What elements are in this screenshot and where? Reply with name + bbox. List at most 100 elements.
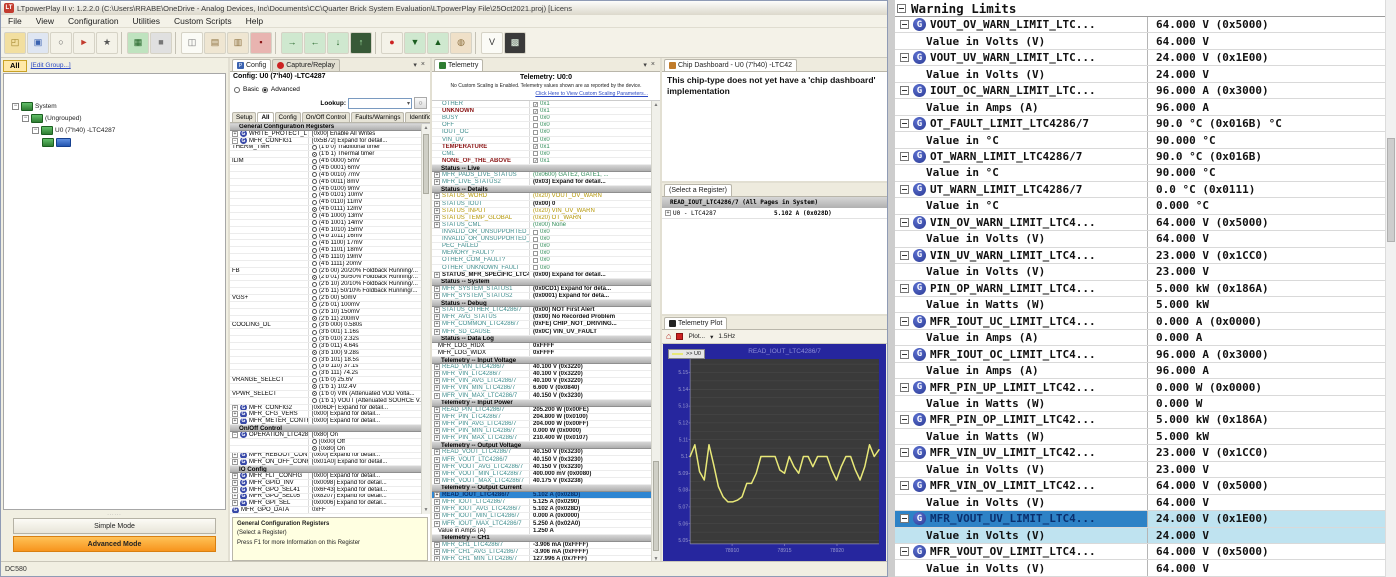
config-row[interactable]: (3'b 010) 2.32s: [230, 336, 430, 343]
config-row[interactable]: THERM_TMR (1'b 0) Traditional timer: [230, 144, 430, 152]
find-icon[interactable]: ○: [50, 31, 72, 54]
telemetry-row[interactable]: + MFR_PADS_LIVE_STATUS (0x0600) GATE2, GAT…: [432, 172, 660, 180]
telemetry-row[interactable]: + MFR_VOUT_LTC4286/7 40.150 V (0x3230): [432, 456, 660, 464]
tree-item-ungrouped[interactable]: − (Ungrouped): [12, 112, 225, 124]
custom-scaling-link[interactable]: Click Here to View Custom Scaling Parame…: [432, 91, 660, 100]
warning-limit-row[interactable]: G VOUT_UV_WARN_LIMIT_LTC... 24.000 V (0x1E…: [895, 49, 1385, 67]
warning-limit-row[interactable]: G VIN_UV_WARN_LIMIT_LTC4... 23.000 V (0x1C…: [895, 247, 1385, 265]
warning-unit-row[interactable]: Value in Amps (A) 96.000 A: [895, 99, 1385, 116]
expander-icon[interactable]: +: [434, 385, 440, 392]
config-row[interactable]: [0x80] On: [230, 445, 430, 453]
expander-icon[interactable]: +: [434, 413, 440, 420]
stop-icon[interactable]: [676, 333, 684, 340]
warning-unit-row[interactable]: Value in Volts (V) 24.000 V: [895, 527, 1385, 544]
expander-icon[interactable]: +: [434, 221, 440, 228]
telemetry-row[interactable]: + STATUS_IOUT (0x00) 0: [432, 200, 660, 208]
warning-unit-row[interactable]: Value in °C 90.000 °C: [895, 132, 1385, 149]
config-row[interactable]: (4'b 1001) 14mV: [230, 219, 430, 227]
collapse-icon[interactable]: [900, 53, 909, 63]
radio-option[interactable]: [312, 377, 317, 383]
scrollbar-thumb[interactable]: [1387, 138, 1395, 242]
telemetry-row[interactable]: VIN_UV 0x0: [432, 136, 660, 144]
radio-option[interactable]: [312, 439, 317, 445]
warning-limit-row[interactable]: G MFR_PIN_OP_LIMIT_LTC42... 5.000 kW (0x18…: [895, 412, 1385, 429]
checkbox-icon[interactable]: [533, 257, 538, 263]
warning-limit-row[interactable]: G OT_FAULT_LIMIT_LTC4286/7 90.0 °C (0x016B…: [895, 115, 1385, 133]
advanced-mode-button[interactable]: Advanced Mode: [13, 536, 216, 552]
radio-option[interactable]: [312, 281, 317, 287]
warning-limit-row[interactable]: G PIN_OP_WARN_LIMIT_LTC4... 5.000 kW (0x18…: [895, 280, 1385, 297]
scroll-down-icon[interactable]: ▼: [424, 507, 429, 513]
expander-icon[interactable]: +: [232, 452, 238, 459]
config-row[interactable]: (4'b 1010) 15mV: [230, 226, 430, 234]
collapse-icon[interactable]: [900, 382, 909, 392]
config-row[interactable]: + G MFR_GPO_SEL05 [0x8207] Expand for detai…: [230, 493, 430, 501]
telemetry-row[interactable]: + MFR_IOUT_LTC4286/7 5.125 A (0x0290): [432, 499, 660, 507]
telemetry-row[interactable]: MFR_LOG_WIDX 0xFFFF: [432, 349, 660, 357]
verify-icon[interactable]: V: [481, 31, 503, 54]
expander-icon[interactable]: +: [232, 493, 238, 500]
save-project-icon[interactable]: ▣: [27, 31, 49, 54]
radio-selected[interactable]: [312, 274, 317, 280]
tree-expander-icon[interactable]: −: [12, 102, 19, 110]
watch-row[interactable]: + U0 - LTC4287 5.102 A (0x028D): [662, 208, 887, 219]
config-row[interactable]: (4'b 0111) 12mV: [230, 206, 430, 213]
config-row[interactable]: (4'b 1011) 16mV: [230, 233, 430, 241]
config-row[interactable]: VRANGE_SELECT (1'b 0) 25.6V: [230, 377, 430, 385]
warning-unit-row[interactable]: Value in Amps (A) 0.000 A: [895, 329, 1385, 347]
scrollbar-thumb[interactable]: [423, 134, 429, 194]
tab-select-register[interactable]: (Select a Register): [664, 184, 732, 196]
expander-icon[interactable]: +: [232, 411, 238, 418]
search-icon[interactable]: ○: [414, 97, 427, 109]
config-row[interactable]: (4'b 1000) 13mV: [230, 212, 430, 220]
config-row[interactable]: + G MFR_GPI_SEL [0x0006] Expand for detail.…: [230, 500, 430, 508]
expander-icon[interactable]: +: [434, 428, 440, 435]
tree-item-u0-7-h40-ltc4287[interactable]: − U0 (7'h40) -LTC4287: [12, 124, 225, 136]
config-row[interactable]: + G MFR_GPIO_INV [0x0098] Expand for detail…: [230, 479, 430, 487]
telemetry-row[interactable]: + MFR_IOUT_AVG_LTC4286/7 5.102 A (0x028D): [432, 506, 660, 514]
config-row[interactable]: G MFR_GPO_DATA 0xFF: [230, 507, 430, 514]
edit-group-link[interactable]: [Edit Group...]: [31, 62, 71, 69]
telemetry-row[interactable]: + READ_IOUT_LTC4286/7 5.102 A (0x028D): [432, 492, 660, 500]
ram-to-nvm-icon[interactable]: ↓: [327, 31, 349, 54]
selected-page-icon[interactable]: [56, 137, 71, 147]
config-scrollbar[interactable]: ▲ ▼: [421, 124, 430, 514]
warning-unit-row[interactable]: Value in Amps (A) 96.000 A: [895, 362, 1385, 380]
expander-icon[interactable]: +: [232, 473, 238, 479]
config-row[interactable]: (3'b 011) 4.64s: [230, 343, 430, 350]
telemetry-row[interactable]: OTHER_UNKNOWN_FAULT 0x0: [432, 264, 660, 272]
demo-board-icon[interactable]: ▦: [127, 31, 149, 54]
radio-option[interactable]: [312, 240, 317, 246]
checkbox-checked-icon[interactable]: ✓: [533, 144, 538, 150]
radio-selected[interactable]: [312, 151, 317, 157]
radio-option[interactable]: [312, 213, 317, 219]
copy-icon[interactable]: ◫: [181, 31, 203, 54]
expander-icon[interactable]: +: [434, 470, 440, 477]
radio-option[interactable]: [312, 398, 317, 404]
telemetry-row[interactable]: + MFR_VIN_AVG_LTC4286/7 40.100 V (0x3220): [432, 378, 660, 386]
cookie-jar-icon[interactable]: ◍: [450, 31, 472, 54]
radio-option[interactable]: [312, 268, 317, 274]
telemetry-row[interactable]: + MFR_VOUT_MAX_LTC4286/7 40.175 V (0x3238): [432, 477, 660, 485]
radio-option[interactable]: [312, 309, 317, 315]
clear-fault-log-icon[interactable]: ▲: [427, 31, 449, 54]
expander-icon[interactable]: +: [434, 193, 440, 200]
radio-option[interactable]: [312, 295, 317, 301]
expander-icon[interactable]: +: [434, 420, 440, 427]
chip-icon[interactable]: ■: [150, 31, 172, 54]
config-row[interactable]: − G MFR_CONFIG1 [0x5B72] Expand for detail.…: [230, 137, 430, 145]
telemetry-row[interactable]: + MFR_SYSTEM_STATUS2 (0x0001) Expand for d…: [432, 292, 660, 301]
warning-unit-row[interactable]: Value in Watts (W) 5.000 kW: [895, 296, 1385, 314]
pin-icon[interactable]: ▾: [413, 61, 417, 69]
advanced-radio[interactable]: [261, 86, 268, 93]
telemetry-row[interactable]: TEMPERATURE ✓ 0x1: [432, 143, 660, 151]
collapse-icon[interactable]: [897, 3, 906, 13]
telemetry-row[interactable]: + READ_VOUT_LTC4286/7 40.150 V (0x3230): [432, 449, 660, 457]
warning-unit-row[interactable]: Value in °C 90.000 °C: [895, 165, 1385, 182]
warning-unit-row[interactable]: Value in °C 0.000 °C: [895, 198, 1385, 215]
expander-icon[interactable]: +: [434, 378, 440, 385]
scroll-up-icon[interactable]: ▲: [654, 102, 659, 108]
expander-icon[interactable]: +: [665, 210, 671, 216]
config-row[interactable]: + G MFR_FLT_CONFIG [0x00] Expand for detail…: [230, 473, 430, 480]
config-row[interactable]: (4'b 0011) 8mV: [230, 178, 430, 186]
